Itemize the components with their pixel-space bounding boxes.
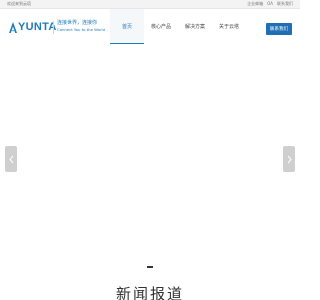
logo-text: YUNTA [18, 21, 57, 33]
top-utility-bar: 欢迎来到云塔 企业邮箱 OA 联系我们 [0, 0, 300, 9]
carousel-prev-button[interactable] [5, 146, 17, 172]
slogan: 连接世界，连接你 Connect You to the World [57, 20, 117, 33]
slogan-chinese: 连接世界，连接你 [57, 20, 98, 26]
carousel-next-button[interactable] [283, 146, 295, 172]
nav-item-products[interactable]: 核心产品 [144, 9, 178, 44]
slogan-english: Connect You to the World [57, 27, 105, 32]
nav-item-home[interactable]: 首页 [110, 9, 144, 44]
chevron-left-icon [8, 155, 13, 163]
carousel-indicator[interactable] [147, 266, 153, 268]
chevron-right-icon [287, 155, 292, 163]
site-header: YUNTA 连接世界，连接你 Connect You to the World … [0, 9, 300, 44]
welcome-text: 欢迎来到云塔 [7, 1, 31, 6]
nav-item-about[interactable]: 关于云塔 [212, 9, 246, 44]
contact-us-button[interactable]: 联系我们 [266, 23, 292, 35]
utility-link-mail[interactable]: 企业邮箱 [247, 1, 263, 7]
logo-divider [53, 21, 54, 34]
logo-mark-icon [9, 21, 17, 33]
hero-carousel [0, 44, 300, 274]
site-logo[interactable]: YUNTA 连接世界，连接你 Connect You to the World [9, 20, 105, 34]
utility-links: 企业邮箱 OA 联系我们 [247, 1, 293, 7]
page: 欢迎来到云塔 企业邮箱 OA 联系我们 YUNTA 连接世界，连接你 Conne… [0, 0, 300, 300]
utility-link-oa[interactable]: OA [267, 1, 273, 7]
main-nav: 首页 核心产品 解决方案 关于云塔 [110, 9, 246, 44]
nav-item-solutions[interactable]: 解决方案 [178, 9, 212, 44]
utility-link-contact[interactable]: 联系我们 [277, 1, 293, 7]
news-section-title: 新闻报道 [115, 285, 184, 300]
